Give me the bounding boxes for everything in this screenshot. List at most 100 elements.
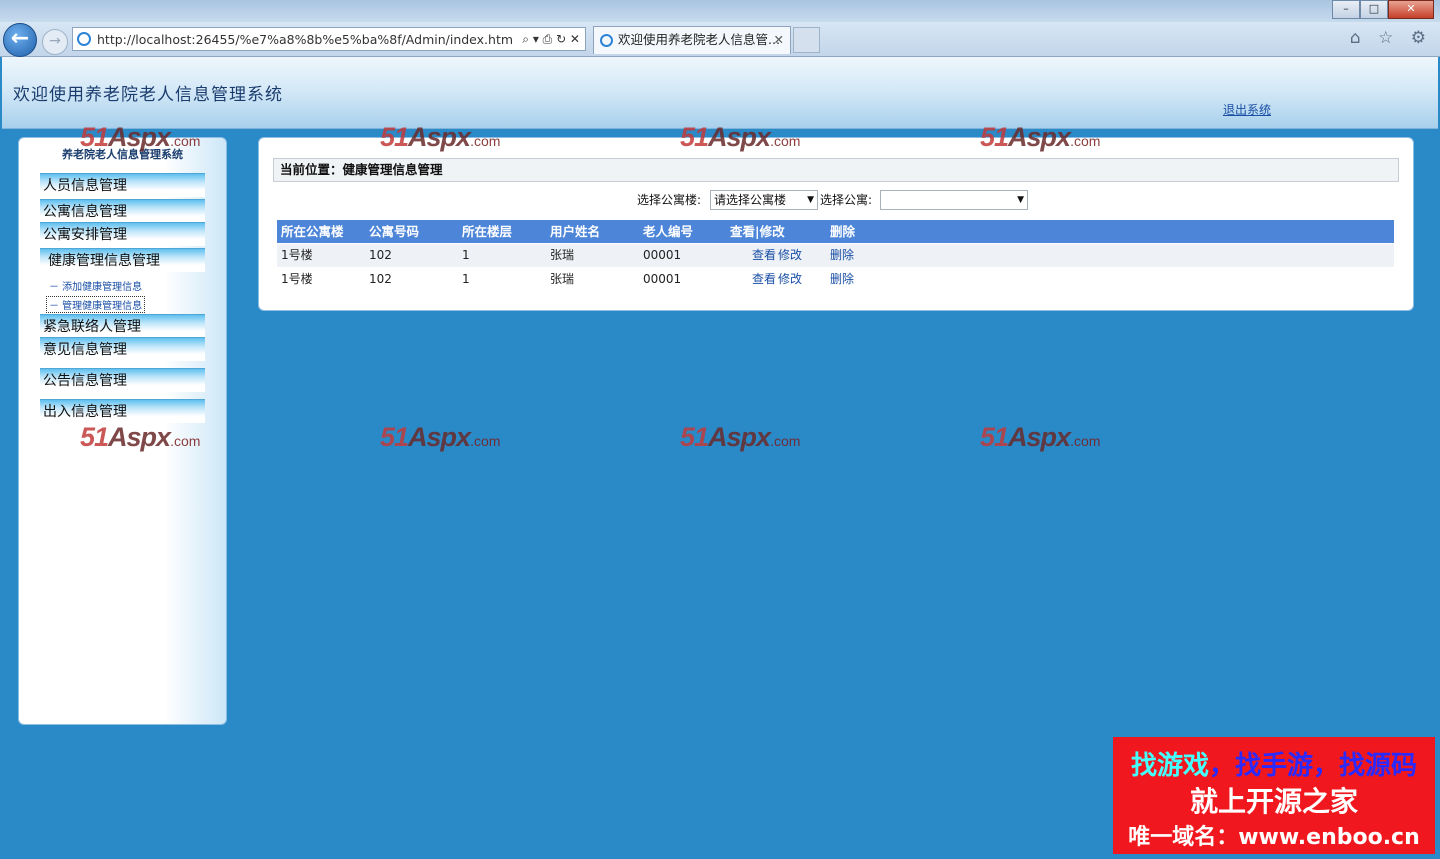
watermark-logo: 51Aspx.com (80, 422, 200, 453)
watermark-text-a: 51 (380, 122, 409, 152)
breadcrumb: 当前位置：健康管理信息管理 (273, 158, 1399, 182)
watermark-text-a: 51 (680, 122, 709, 152)
watermark-text-c: .com (1070, 433, 1101, 449)
window-controls: – □ ✕ (1332, 0, 1434, 19)
watermark-text-c: .com (770, 133, 801, 149)
watermark-text-b: Aspx (408, 122, 471, 152)
watermark-text-c: .com (470, 433, 501, 449)
sidebar-item-apartment[interactable]: 公寓信息管理 (40, 199, 205, 223)
watermark-logo: 51Aspx.com (380, 122, 500, 153)
watermark-text-b: Aspx (108, 122, 171, 152)
watermark-text-b: Aspx (708, 422, 771, 452)
sidebar-subitem-manage-health[interactable]: － 管理健康管理信息 (46, 296, 146, 313)
watermark-text-c: .com (170, 433, 201, 449)
page-header: 欢迎使用养老院老人信息管理系统 退出系统 (2, 57, 1438, 129)
building-select[interactable]: 请选择公寓楼 ▼ (710, 190, 818, 210)
browser-tab[interactable]: 欢迎使用养老院老人信息管... ✕ (593, 26, 791, 54)
watermark-text-a: 51 (80, 422, 109, 452)
chevron-down-icon: ▼ (1017, 195, 1024, 205)
forward-icon[interactable]: → (42, 29, 68, 55)
tab-title: 欢迎使用养老院老人信息管... (618, 32, 780, 47)
toolbar-right-icons[interactable]: ⌂ ☆ ⚙ (1350, 28, 1432, 48)
chevron-down-icon: ▼ (807, 195, 814, 205)
new-tab-button[interactable] (793, 27, 820, 53)
minimize-button[interactable]: – (1332, 0, 1360, 19)
delete-link[interactable]: 删除 (830, 268, 854, 291)
watermark-text-b: Aspx (708, 122, 771, 152)
page-title: 欢迎使用养老院老人信息管理系统 (13, 85, 283, 105)
cell-code: 00001 (643, 272, 682, 286)
table-row: 1号楼 102 1 张瑞 00001 查看 修改 删除 (277, 268, 1394, 291)
cell-room: 102 (369, 248, 392, 262)
edit-link[interactable]: 修改 (778, 268, 802, 291)
watermark-text-a: 51 (980, 422, 1009, 452)
watermark-logo: 51Aspx.com (80, 122, 200, 153)
delete-link[interactable]: 删除 (830, 244, 854, 267)
watermark-text-b: Aspx (1008, 122, 1071, 152)
main-content: 当前位置：健康管理信息管理 选择公寓楼: 请选择公寓楼 ▼ 选择公寓: ▼ 所在… (258, 137, 1414, 311)
ad-line-2: 就上开源之家 (1189, 785, 1358, 818)
watermark-text-b: Aspx (1008, 422, 1071, 452)
sidebar-item-personnel[interactable]: 人员信息管理 (40, 173, 205, 197)
watermark-logo: 51Aspx.com (680, 122, 800, 153)
close-window-button[interactable]: ✕ (1388, 0, 1434, 19)
logout-link[interactable]: 退出系统 (1223, 101, 1271, 118)
sidebar-item-emergency[interactable]: 紧急联络人管理 (40, 314, 205, 338)
watermark-text-a: 51 (380, 422, 409, 452)
watermark-logo: 51Aspx.com (980, 422, 1100, 453)
tab-ie-icon (600, 34, 613, 47)
col-building: 所在公寓楼 (281, 224, 344, 239)
view-link[interactable]: 查看 (752, 268, 776, 291)
sidebar-item-announcement[interactable]: 公告信息管理 (40, 368, 205, 392)
watermark-text-c: .com (770, 433, 801, 449)
tab-close-icon[interactable]: ✕ (774, 27, 784, 53)
view-link[interactable]: 查看 (752, 244, 776, 267)
cell-room: 102 (369, 272, 392, 286)
building-filter-label: 选择公寓楼: (637, 193, 702, 207)
watermark-text-c: .com (170, 133, 201, 149)
col-name: 用户姓名 (550, 224, 601, 239)
ad-line-1: 找游戏，找手游，找源码 (1113, 745, 1435, 782)
sidebar-item-arrangement[interactable]: 公寓安排管理 (40, 222, 205, 246)
col-floor: 所在楼层 (462, 224, 513, 239)
ie-page-icon (77, 32, 91, 46)
cell-building: 1号楼 (281, 272, 313, 286)
cell-building: 1号楼 (281, 248, 313, 262)
sidebar-item-feedback[interactable]: 意见信息管理 (40, 337, 205, 361)
edit-link[interactable]: 修改 (778, 244, 802, 267)
cell-floor: 1 (462, 272, 470, 286)
watermark-text-c: .com (470, 133, 501, 149)
building-select-value: 请选择公寓楼 (714, 193, 787, 207)
watermark-logo: 51Aspx.com (680, 422, 800, 453)
apartment-filter-label: 选择公寓: (820, 193, 873, 207)
sidebar-item-health[interactable]: 健康管理信息管理 (40, 248, 205, 272)
cell-name: 张瑞 (550, 248, 575, 262)
address-url[interactable]: http://localhost:26455/%e7%a8%8b%e5%ba%8… (97, 28, 513, 51)
watermark-text-b: Aspx (408, 422, 471, 452)
col-delete: 删除 (830, 224, 856, 239)
sidebar-subitem-add-health[interactable]: － 添加健康管理信息 (49, 278, 142, 293)
col-view-edit: 查看|修改 (730, 224, 785, 239)
ad-line-1a: 找游戏 (1130, 751, 1209, 781)
col-code: 老人编号 (643, 224, 694, 239)
maximize-button[interactable]: □ (1360, 0, 1388, 19)
watermark-text-c: .com (1070, 133, 1101, 149)
watermark-text-a: 51 (680, 422, 709, 452)
ad-banner[interactable]: 找游戏，找手游，找源码 就上开源之家 唯一域名：www.enboo.cn (1113, 737, 1435, 854)
col-room: 公寓号码 (369, 224, 420, 239)
sidebar-item-access[interactable]: 出入信息管理 (40, 399, 205, 423)
apartment-select[interactable]: ▼ (880, 190, 1028, 210)
back-icon[interactable]: ← (3, 23, 37, 57)
browser-navbar: ← → http://localhost:26455/%e7%a8%8b%e5%… (0, 22, 1440, 57)
address-bar[interactable]: http://localhost:26455/%e7%a8%8b%e5%ba%8… (72, 27, 586, 51)
watermark-text-b: Aspx (108, 422, 171, 452)
table-header: 所在公寓楼 公寓号码 所在楼层 用户姓名 老人编号 查看|修改 删除 (277, 220, 1394, 243)
watermark-text-a: 51 (80, 122, 109, 152)
cell-code: 00001 (643, 248, 682, 262)
watermark-text-a: 51 (980, 122, 1009, 152)
watermark-logo: 51Aspx.com (380, 422, 500, 453)
table-row: 1号楼 102 1 张瑞 00001 查看 修改 删除 (277, 244, 1394, 267)
address-tools[interactable]: ⌕ ▾ ⎙ ↻ ✕ (522, 28, 580, 51)
cell-floor: 1 (462, 248, 470, 262)
window-titlebar: – □ ✕ (0, 0, 1440, 22)
